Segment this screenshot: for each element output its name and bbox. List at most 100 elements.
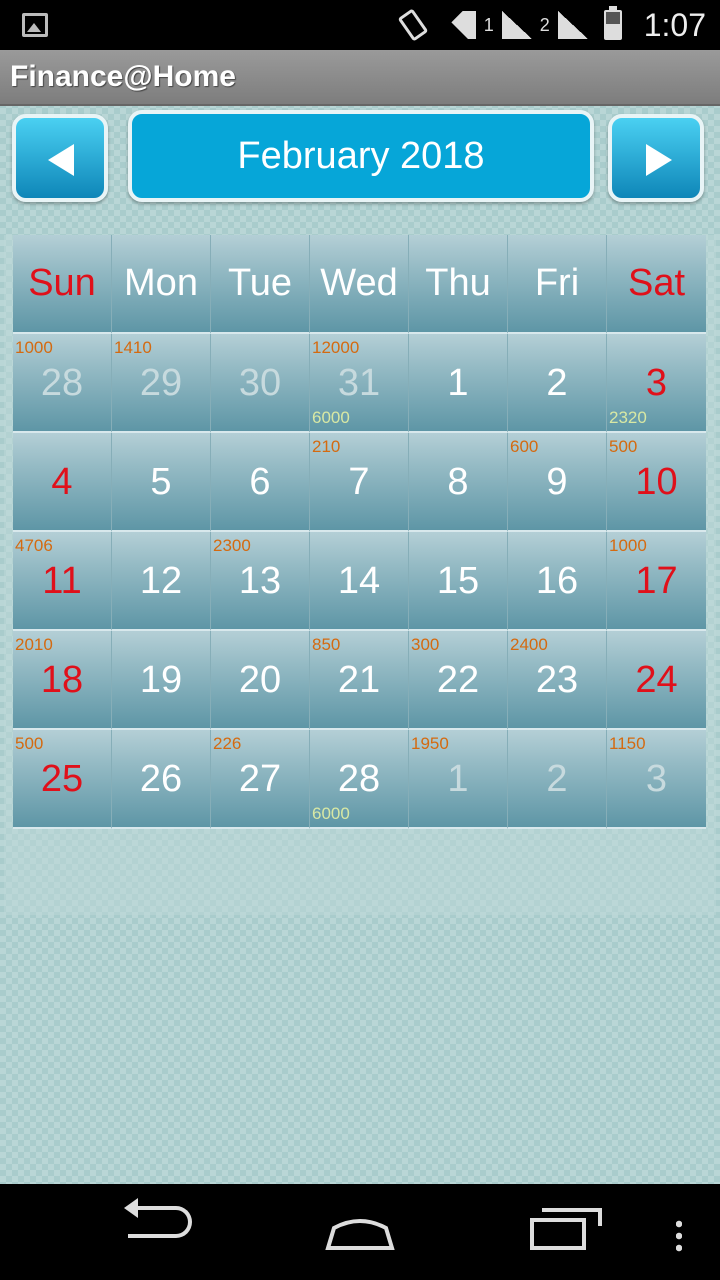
day-cell[interactable]: 1000 17 xyxy=(607,532,706,631)
day-cell[interactable]: 1150 3 xyxy=(607,730,706,829)
sim2-label: 2 xyxy=(539,14,550,35)
back-icon[interactable] xyxy=(124,1198,192,1238)
income-amount: 2010 xyxy=(15,635,53,654)
day-number: 21 xyxy=(337,659,381,701)
income-amount: 226 xyxy=(213,734,242,753)
day-cell[interactable]: 600 9 xyxy=(508,433,607,532)
image-icon xyxy=(22,13,48,37)
income-amount: 1000 xyxy=(15,338,53,357)
day-number: 14 xyxy=(337,560,381,602)
previous-month-button[interactable] xyxy=(12,114,108,202)
day-cell[interactable]: 226 27 xyxy=(211,730,310,829)
week-row: 2010 18 19 20 850 21 300 22 2400 23 24 xyxy=(13,631,707,730)
day-number: 24 xyxy=(635,659,678,701)
day-cell[interactable]: 850 21 xyxy=(310,631,409,730)
income-amount: 850 xyxy=(312,635,341,654)
day-number: 5 xyxy=(150,461,172,503)
weekday-header-row: Sun Mon Tue Wed Thu Fri Sat xyxy=(13,235,707,334)
day-cell[interactable]: 1000 28 xyxy=(13,334,112,433)
day-cell[interactable]: 14 xyxy=(310,532,409,631)
day-cell[interactable]: 26 xyxy=(112,730,211,829)
clock: 1:07 xyxy=(643,6,706,43)
income-amount: 1150 xyxy=(609,734,646,753)
day-number: 23 xyxy=(535,659,579,701)
month-selector[interactable]: February 2018 xyxy=(128,110,594,202)
weekday-header: Tue xyxy=(211,235,310,334)
day-number: 16 xyxy=(535,560,579,602)
income-amount: 2400 xyxy=(510,635,548,654)
day-cell[interactable]: 5 xyxy=(112,433,211,532)
day-number: 27 xyxy=(238,758,282,800)
week-row: 1000 28 1410 29 30 12000 31 6000 1 2 3 2320 xyxy=(13,334,707,433)
day-cell[interactable]: 15 xyxy=(409,532,508,631)
income-amount: 500 xyxy=(609,437,638,456)
day-cell[interactable]: 1 xyxy=(409,334,508,433)
day-cell[interactable]: 12 xyxy=(112,532,211,631)
day-cell[interactable]: 2010 18 xyxy=(13,631,112,730)
day-cell[interactable]: 4 xyxy=(13,433,112,532)
day-number: 9 xyxy=(546,461,568,503)
income-amount: 1410 xyxy=(114,338,152,357)
day-cell[interactable]: 12000 31 6000 xyxy=(310,334,409,433)
day-cell[interactable]: 2400 23 xyxy=(508,631,607,730)
day-number: 31 xyxy=(337,362,381,404)
income-amount: 1000 xyxy=(609,536,647,555)
day-cell[interactable]: 3 2320 xyxy=(607,334,706,433)
day-cell[interactable]: 1410 29 xyxy=(112,334,211,433)
day-cell[interactable]: 19 xyxy=(112,631,211,730)
expense-amount: 2320 xyxy=(609,408,647,427)
screen-rotate-icon xyxy=(397,8,429,42)
day-cell[interactable]: 28 6000 xyxy=(310,730,409,829)
week-row: 4706 11 12 2300 13 14 15 16 1000 17 xyxy=(13,532,707,631)
day-cell[interactable]: 2 xyxy=(508,334,607,433)
day-cell[interactable]: 500 10 xyxy=(607,433,706,532)
day-number: 4 xyxy=(51,461,73,503)
day-number: 22 xyxy=(436,659,480,701)
income-amount: 300 xyxy=(411,635,440,654)
status-icons: 1 2 1:07 xyxy=(397,0,706,50)
week-row: 4 5 6 210 7 8 600 9 500 10 xyxy=(13,433,707,532)
day-cell[interactable]: 2 xyxy=(508,730,607,829)
day-cell[interactable]: 30 xyxy=(211,334,310,433)
calendar-grid: Sun Mon Tue Wed Thu Fri Sat 1000 28 1410 29 30 12000… xyxy=(13,235,707,829)
day-cell[interactable]: 6 xyxy=(211,433,310,532)
home-icon[interactable] xyxy=(324,1214,396,1250)
day-number: 3 xyxy=(645,362,668,404)
income-amount: 2300 xyxy=(213,536,251,555)
day-cell[interactable]: 500 25 xyxy=(13,730,112,829)
app-title: Finance@Home xyxy=(10,60,236,93)
day-number: 19 xyxy=(139,659,183,701)
day-number: 25 xyxy=(40,758,84,800)
system-nav-bar xyxy=(0,1184,720,1280)
day-cell[interactable]: 24 xyxy=(607,631,706,730)
overflow-menu-icon[interactable] xyxy=(676,1218,682,1252)
day-cell[interactable]: 16 xyxy=(508,532,607,631)
day-number: 28 xyxy=(337,758,381,800)
day-cell[interactable]: 1950 1 xyxy=(409,730,508,829)
day-number: 2 xyxy=(546,758,568,800)
day-number: 11 xyxy=(42,560,82,602)
day-cell[interactable]: 210 7 xyxy=(310,433,409,532)
income-amount: 4706 xyxy=(15,536,53,555)
weekday-header: Sat xyxy=(607,235,706,334)
day-cell[interactable]: 2300 13 xyxy=(211,532,310,631)
day-cell[interactable]: 4706 11 xyxy=(13,532,112,631)
recent-apps-icon[interactable] xyxy=(530,1208,602,1250)
sim1-label: 1 xyxy=(483,14,494,35)
weekday-header: Sun xyxy=(13,235,112,334)
battery-icon xyxy=(603,6,622,40)
next-month-button[interactable] xyxy=(608,114,704,202)
day-cell[interactable]: 300 22 xyxy=(409,631,508,730)
day-cell[interactable]: 8 xyxy=(409,433,508,532)
signal-icon xyxy=(501,11,532,39)
weekday-header: Thu xyxy=(409,235,508,334)
day-number: 6 xyxy=(249,461,271,503)
day-number: 29 xyxy=(139,362,183,404)
day-number: 18 xyxy=(40,659,84,701)
wifi-icon xyxy=(440,11,476,39)
day-number: 17 xyxy=(635,560,678,602)
day-number: 15 xyxy=(436,560,480,602)
day-number: 13 xyxy=(238,560,282,602)
day-cell[interactable]: 20 xyxy=(211,631,310,730)
income-amount: 1950 xyxy=(411,734,449,753)
